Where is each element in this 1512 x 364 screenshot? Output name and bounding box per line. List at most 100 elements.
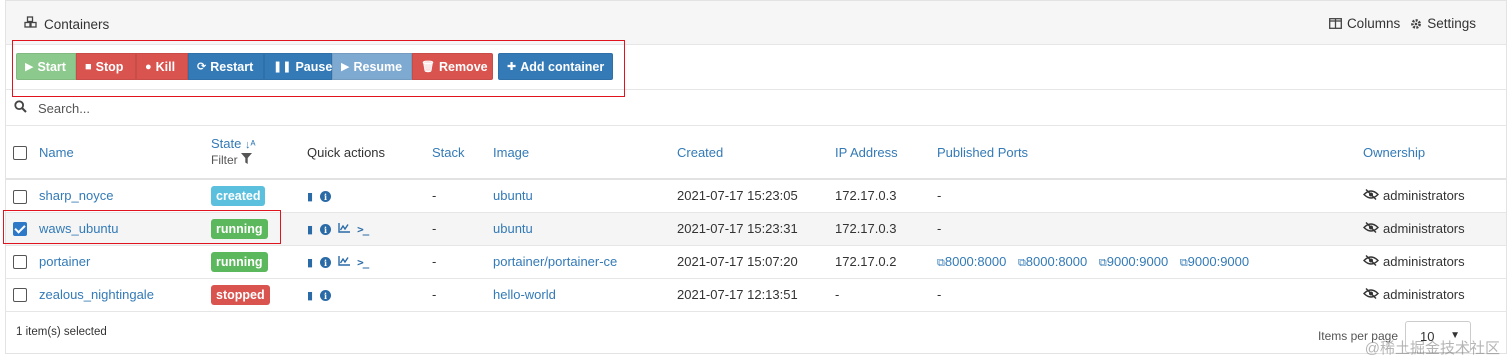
panel-title: Containers xyxy=(24,16,109,32)
image-header-label: Image xyxy=(493,144,530,160)
column-ports[interactable]: Published Ports xyxy=(937,126,1363,179)
stack-header-label: Stack xyxy=(432,144,465,160)
container-name-link[interactable]: sharp_noyce xyxy=(39,188,113,203)
column-stack[interactable]: Stack xyxy=(432,126,493,179)
columns-button[interactable]: Columns xyxy=(1328,16,1400,31)
selection-count: 1 item(s) selected xyxy=(16,326,107,338)
column-ownership[interactable]: Ownership xyxy=(1363,126,1506,179)
image-link[interactable]: ubuntu xyxy=(493,188,533,203)
table-row[interactable]: sharp_noyce created ▮ i - ubuntu 2021-07… xyxy=(6,179,1506,212)
ports-cell: - xyxy=(937,188,942,204)
restart-label: Restart xyxy=(210,59,254,74)
search-input[interactable] xyxy=(36,96,636,120)
logs-icon[interactable]: ▮ xyxy=(307,256,313,269)
image-link[interactable]: portainer/portainer-ce xyxy=(493,254,617,269)
add-container-label: Add container xyxy=(520,59,605,74)
sort-icon[interactable]: ↓ᴬ xyxy=(245,139,255,151)
play-icon: ▶ xyxy=(25,61,34,73)
table-row[interactable]: waws_ubuntu running ▮ i >_ - ubuntu 2021… xyxy=(6,212,1506,245)
port-label: 9000:9000 xyxy=(1106,253,1169,269)
pause-icon: ❚❚ xyxy=(273,61,292,73)
remove-button[interactable]: 🗑 Remove xyxy=(412,53,493,80)
port-link[interactable]: ⧉9000:9000 xyxy=(1180,254,1249,269)
pause-button[interactable]: ❚❚ Pause xyxy=(264,53,332,80)
select-all-checkbox[interactable] xyxy=(13,145,27,160)
columns-icon xyxy=(1328,18,1342,29)
external-link-icon: ⧉ xyxy=(1098,256,1107,269)
stack-cell: - xyxy=(432,221,437,236)
row-checkbox[interactable] xyxy=(13,189,27,204)
table-row[interactable]: zealous_nightingale stopped ▮ i - hello-… xyxy=(6,278,1506,311)
quick-actions: ▮ i xyxy=(307,190,332,203)
inspect-icon[interactable]: i xyxy=(320,191,332,203)
console-icon[interactable]: >_ xyxy=(357,256,369,269)
container-name-link[interactable]: zealous_nightingale xyxy=(39,287,154,302)
logs-icon[interactable]: ▮ xyxy=(307,289,313,302)
port-link[interactable]: ⧉8000:8000 xyxy=(937,254,1006,269)
image-link[interactable]: hello-world xyxy=(493,287,556,302)
stats-icon[interactable] xyxy=(338,223,351,236)
column-name[interactable]: Name xyxy=(39,126,211,179)
created-cell: 2021-07-17 15:23:31 xyxy=(677,221,798,236)
eye-slash-icon xyxy=(1363,254,1379,269)
image-link[interactable]: ubuntu xyxy=(493,221,533,236)
logs-icon[interactable]: ▮ xyxy=(307,223,313,236)
filter-icon xyxy=(241,152,253,167)
stop-label: Stop xyxy=(95,59,124,74)
search-icon xyxy=(14,100,27,116)
inspect-icon[interactable]: i xyxy=(320,290,332,301)
stats-icon[interactable] xyxy=(338,256,351,269)
quick-actions: ▮ i >_ xyxy=(307,223,369,236)
column-quick-actions: Quick actions xyxy=(307,126,432,179)
port-label: 9000:9000 xyxy=(1187,253,1250,269)
resume-button[interactable]: ▶ Resume xyxy=(332,53,412,80)
port-link[interactable]: ⧉9000:9000 xyxy=(1099,254,1168,269)
table-header-row: Name State ↓ᴬ Filter Quick actions Stack… xyxy=(6,126,1506,179)
column-created[interactable]: Created xyxy=(677,126,835,179)
stack-cell: - xyxy=(432,287,437,302)
start-button[interactable]: ▶ Start xyxy=(16,53,76,80)
inspect-icon[interactable]: i xyxy=(320,224,332,235)
ownership-cell: administrators xyxy=(1363,221,1465,236)
logs-icon[interactable]: ▮ xyxy=(307,190,313,203)
ownership-label: administrators xyxy=(1383,287,1465,302)
stop-button[interactable]: ■ Stop xyxy=(76,53,136,80)
port-link[interactable]: ⧉8000:8000 xyxy=(1018,254,1087,269)
container-name-link[interactable]: portainer xyxy=(39,254,90,269)
port-label: 8000:8000 xyxy=(944,253,1007,269)
column-state[interactable]: State ↓ᴬ Filter xyxy=(211,126,307,179)
row-checkbox[interactable] xyxy=(13,222,27,237)
restart-button[interactable]: ⟳ Restart xyxy=(188,53,264,80)
resume-label: Resume xyxy=(353,59,403,74)
ownership-label: administrators xyxy=(1383,188,1465,204)
column-ip[interactable]: IP Address xyxy=(835,126,937,179)
watermark: @稀土掘金技术社区 xyxy=(1364,340,1500,357)
add-container-button[interactable]: ✚ Add container xyxy=(498,53,613,80)
table-row[interactable]: portainer running ▮ i >_ - portainer/por… xyxy=(6,245,1506,278)
inspect-icon[interactable]: i xyxy=(320,257,332,268)
ownership-cell: administrators xyxy=(1363,287,1465,302)
name-header-label: Name xyxy=(39,144,74,160)
kill-button[interactable]: ● Kill xyxy=(136,53,188,80)
external-link-icon: ⧉ xyxy=(1017,256,1026,269)
settings-button[interactable]: Settings xyxy=(1410,16,1476,31)
ports-cell: - xyxy=(937,221,942,236)
eye-slash-icon xyxy=(1363,221,1379,236)
eye-slash-icon xyxy=(1363,287,1379,302)
state-header-label: State xyxy=(211,135,242,151)
container-name-link[interactable]: waws_ubuntu xyxy=(39,221,119,236)
play-icon: ▶ xyxy=(341,61,350,73)
start-label: Start xyxy=(37,59,66,74)
column-image[interactable]: Image xyxy=(493,126,677,179)
ownership-header-label: Ownership xyxy=(1363,144,1426,160)
ip-header-label: IP Address xyxy=(835,144,898,160)
gear-icon xyxy=(1410,18,1422,30)
row-checkbox[interactable] xyxy=(13,288,27,303)
state-filter[interactable]: Filter xyxy=(211,152,307,169)
cubes-icon xyxy=(24,16,38,32)
ip-cell: - xyxy=(835,287,840,302)
trash-icon: 🗑 xyxy=(421,61,435,73)
console-icon[interactable]: >_ xyxy=(357,223,369,236)
plus-icon: ✚ xyxy=(507,61,517,73)
row-checkbox[interactable] xyxy=(13,255,27,270)
